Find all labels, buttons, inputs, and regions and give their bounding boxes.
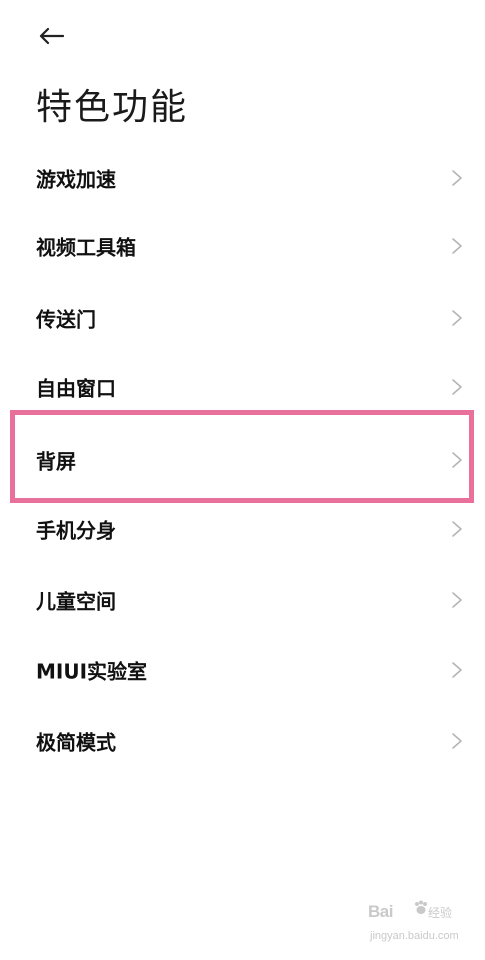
chevron-right-icon <box>452 452 462 468</box>
menu-item-label: 视频工具箱 <box>36 235 136 260</box>
menu-item-label: MIUI实验室 <box>36 659 148 684</box>
menu-item-label: 游戏加速 <box>36 167 116 192</box>
chevron-right-icon <box>452 521 462 537</box>
feature-menu-list: 游戏加速 视频工具箱 传送门 自由窗口 背屏 手机分身 儿童空间 MIUI实验室… <box>0 0 485 960</box>
menu-item-floating-window[interactable]: 自由窗口 <box>0 355 485 419</box>
chevron-right-icon <box>452 310 462 326</box>
chevron-right-icon <box>452 662 462 678</box>
menu-item-label: 自由窗口 <box>36 376 116 401</box>
chevron-right-icon <box>452 733 462 749</box>
chevron-right-icon <box>452 592 462 608</box>
menu-item-label: 极简模式 <box>36 730 116 755</box>
chevron-right-icon <box>452 238 462 254</box>
menu-item-video-toolbox[interactable]: 视频工具箱 <box>0 214 485 278</box>
menu-item-miui-lab[interactable]: MIUI实验室 <box>0 638 485 702</box>
menu-item-label: 传送门 <box>36 307 96 332</box>
menu-item-label: 儿童空间 <box>36 589 116 614</box>
chevron-right-icon <box>452 170 462 186</box>
menu-item-label: 手机分身 <box>36 518 116 543</box>
menu-item-portal[interactable]: 传送门 <box>0 286 485 350</box>
menu-item-minimal-mode[interactable]: 极简模式 <box>0 709 485 773</box>
menu-item-game-turbo[interactable]: 游戏加速 <box>0 146 485 210</box>
menu-item-rear-screen[interactable]: 背屏 <box>0 428 485 492</box>
menu-item-kids-space[interactable]: 儿童空间 <box>0 568 485 632</box>
chevron-right-icon <box>452 379 462 395</box>
menu-item-dual-apps[interactable]: 手机分身 <box>0 497 485 561</box>
menu-item-label: 背屏 <box>36 449 76 474</box>
